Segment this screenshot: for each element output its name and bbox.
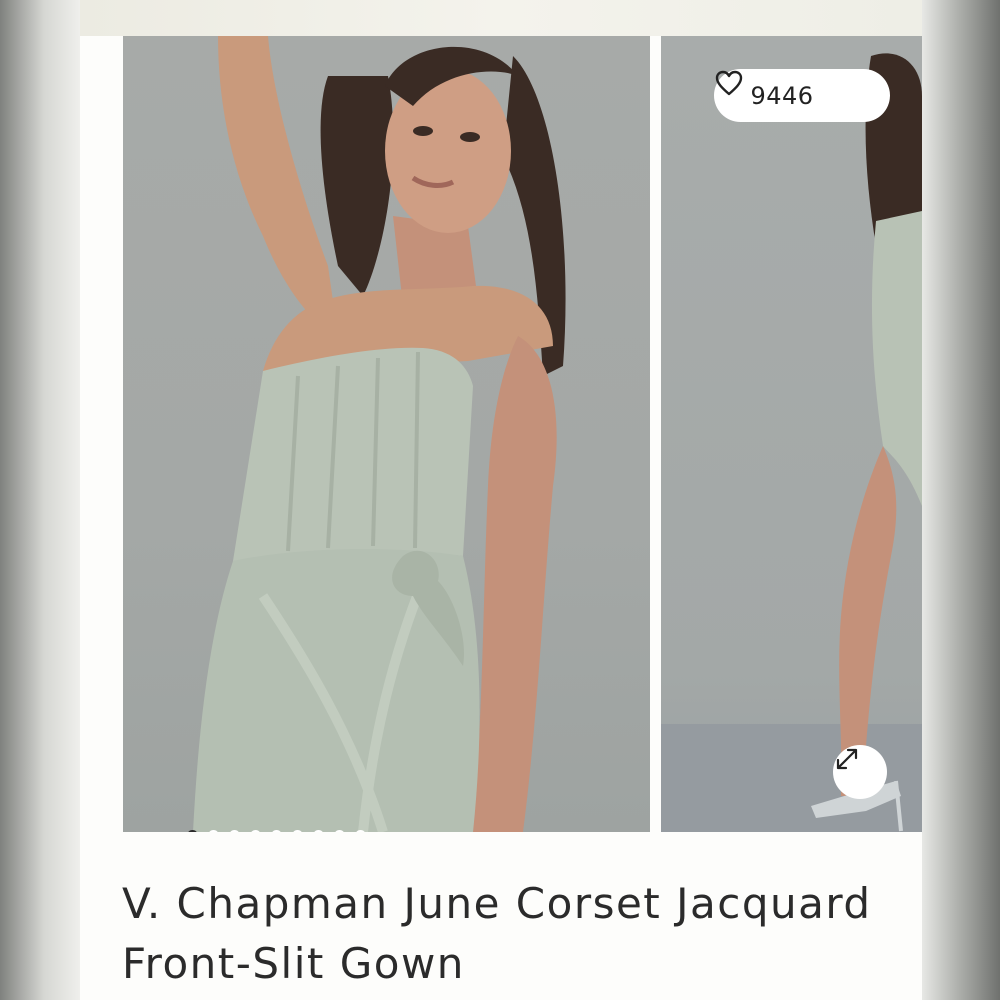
- like-count: 9446: [750, 81, 814, 110]
- model-photo-1: [193, 36, 566, 832]
- carousel-dot-7[interactable]: [313, 830, 324, 832]
- carousel-dot-1[interactable]: [187, 830, 198, 832]
- right-blur-band: [922, 0, 1000, 1000]
- carousel-dot-8[interactable]: [334, 830, 345, 832]
- like-button[interactable]: 9446: [714, 69, 890, 122]
- carousel-dots[interactable]: [187, 830, 366, 832]
- model-photo-2: [661, 53, 922, 832]
- product-title: V. Chapman June Corset Jacquard Front-Sl…: [122, 879, 872, 988]
- product-image-2[interactable]: 9446: [661, 36, 922, 832]
- product-image-1[interactable]: [123, 36, 650, 832]
- carousel-dot-9[interactable]: [355, 830, 366, 832]
- expand-image-button[interactable]: [833, 745, 887, 799]
- product-page: 9446 V. Chapman June Corset Jacquard Fro…: [80, 0, 922, 1000]
- top-strip: [80, 0, 922, 36]
- carousel-dot-4[interactable]: [250, 830, 261, 832]
- image-carousel[interactable]: 9446: [80, 36, 922, 832]
- carousel-dot-6[interactable]: [292, 830, 303, 832]
- carousel-dot-5[interactable]: [271, 830, 282, 832]
- carousel-dot-3[interactable]: [229, 830, 240, 832]
- expand-arrows-icon: [836, 748, 858, 770]
- carousel-dot-2[interactable]: [208, 830, 219, 832]
- heart-outline-icon: [715, 70, 854, 110]
- left-blur-band: [0, 0, 80, 1000]
